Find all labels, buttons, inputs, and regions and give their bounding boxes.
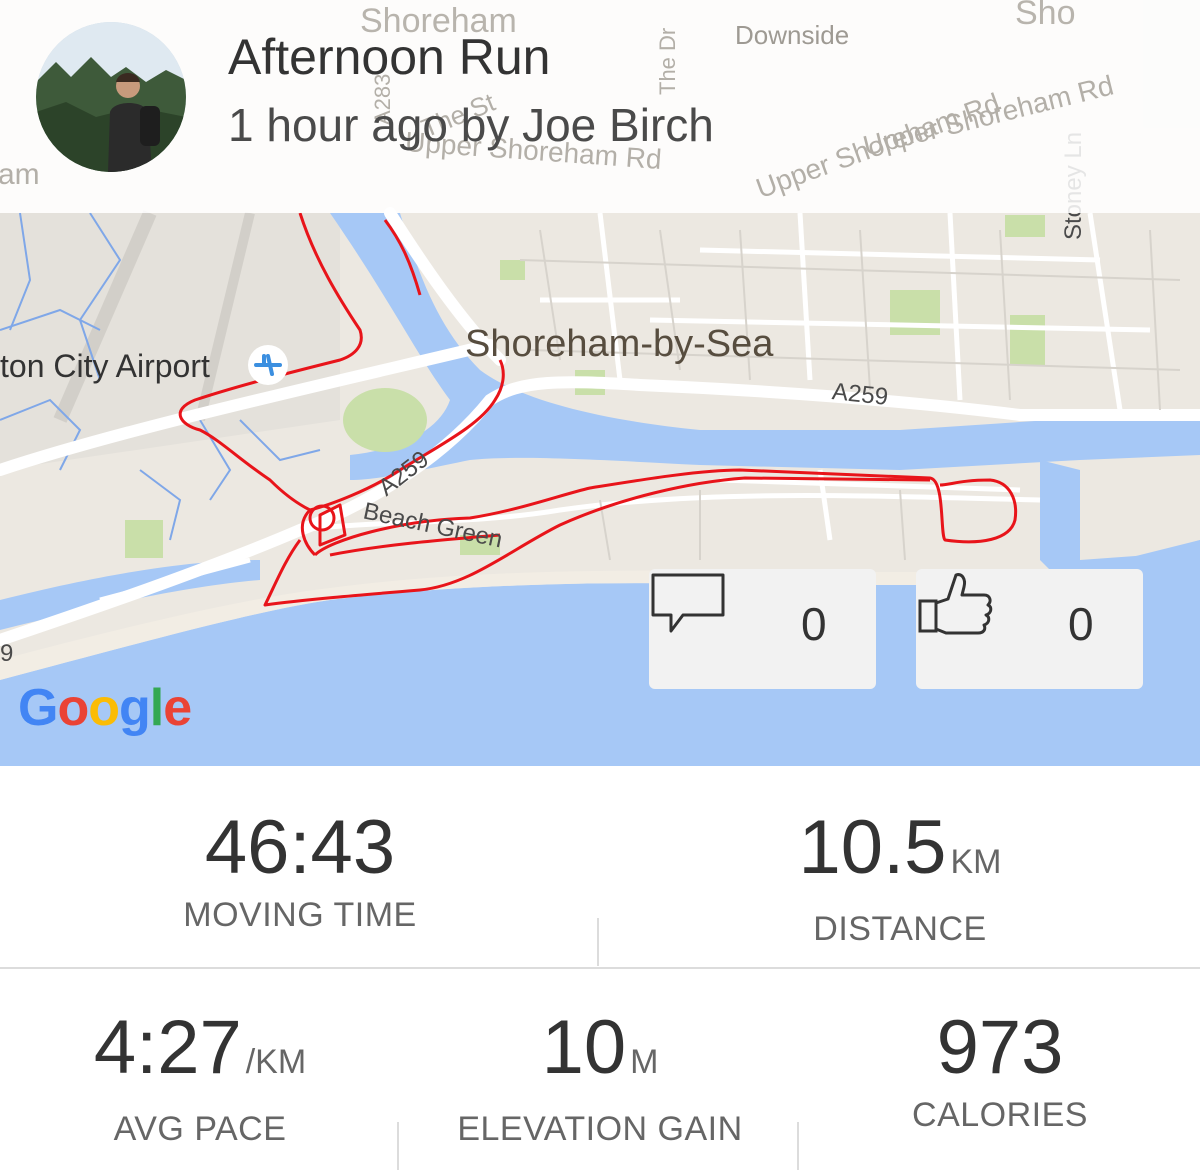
distance-unit: KM [950,843,1002,881]
stat-elevation-gain: 10 M ELEVATION GAIN [410,1008,790,1149]
divider [0,967,1200,969]
activity-header: Shoreham Sho Downside Upper Shoreham Rd … [0,0,1200,213]
comment-button[interactable]: 0 [649,569,876,689]
route-map[interactable]: ton City Airport Shoreham-by-Sea A259 A2… [0,0,1200,766]
distance-label: DISTANCE [813,910,987,948]
map-label-area: Downside [735,20,850,50]
avg-pace-unit: /KM [245,1043,307,1081]
comment-icon [651,573,725,633]
avg-pace-value: 4:27 [93,1005,242,1090]
activity-title: Afternoon Run [228,29,551,85]
moving-time-label: MOVING TIME [183,896,417,934]
map-label-road: 9 [0,640,14,667]
calories-label: CALORIES [912,1096,1088,1134]
thumbs-up-icon [918,573,993,635]
map-label-road: Upper Shoreham Rd [859,69,1117,162]
activity-subtitle: 1 hour ago by Joe Birch [228,99,714,151]
stat-distance: 10.5 KM DISTANCE [730,808,1070,949]
kudos-button[interactable]: 0 [916,569,1143,689]
comment-count: 0 [801,598,827,650]
map-label-town: Shoreham-by-Sea [465,323,774,365]
divider [597,918,599,966]
avatar[interactable] [36,22,186,172]
avatar-photo [36,22,186,172]
elevation-gain-unit: M [630,1043,659,1081]
elevation-gain-value: 10 [541,1005,627,1090]
divider [797,1122,799,1170]
map-label-road: Sho [1015,0,1076,32]
calories-value: 973 [936,1005,1064,1090]
kudos-count: 0 [1068,598,1094,650]
map-label-street: The Dr [655,27,680,95]
google-logo: Google [18,679,192,737]
map-label-road: am [0,158,40,191]
map-label-road: A259 [830,378,890,411]
elevation-gain-label: ELEVATION GAIN [457,1110,743,1148]
distance-value: 10.5 [798,805,947,890]
avg-pace-label: AVG PACE [113,1110,287,1148]
divider [397,1122,399,1170]
stat-moving-time: 46:43 MOVING TIME [130,808,470,935]
stat-calories: 973 CALORIES [830,1008,1170,1135]
stat-avg-pace: 4:27/KM AVG PACE [30,1008,370,1149]
moving-time-value: 46:43 [204,805,396,890]
map-label-airport: ton City Airport [0,348,210,384]
